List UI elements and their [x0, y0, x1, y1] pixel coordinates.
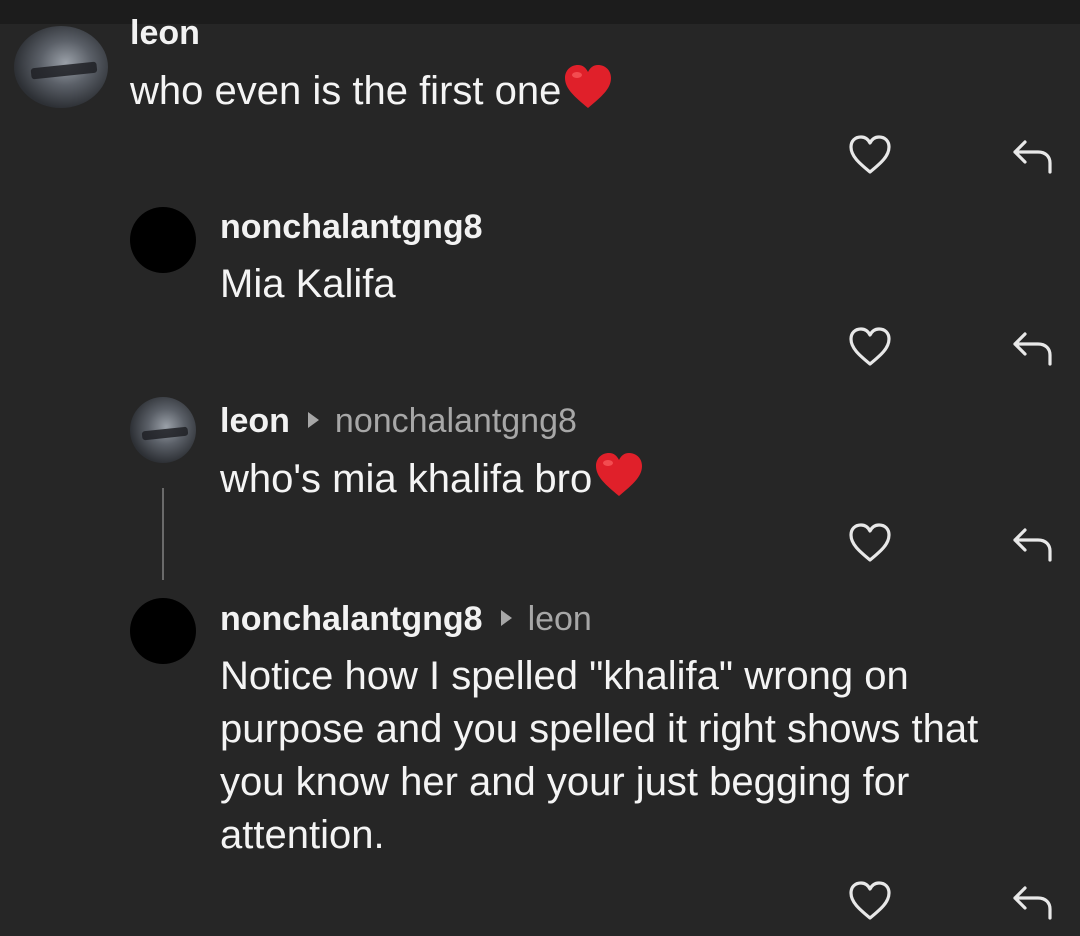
comment-text: Notice how I spelled "khalifa" wrong on … [220, 654, 979, 857]
comment-text: Mia Kalifa [220, 262, 396, 306]
avatar[interactable] [130, 207, 196, 273]
avatar[interactable] [14, 26, 108, 108]
reply-arrow-icon [1013, 528, 1052, 562]
comment-username[interactable]: leon [130, 14, 200, 53]
reply-arrow-icon [1013, 140, 1052, 174]
like-button[interactable] [845, 518, 895, 568]
username-link[interactable]: leon [220, 402, 290, 440]
comment-username: nonchalantgng8 leon [220, 600, 592, 639]
comment-text: who's mia khalifa bro [220, 452, 644, 512]
heart-outline-icon [849, 135, 891, 174]
reply-target[interactable]: nonchalantgng8 [335, 402, 577, 440]
triangle-right-icon [307, 412, 319, 428]
reply-button[interactable] [1008, 130, 1058, 180]
reply-button[interactable] [1008, 876, 1058, 926]
avatar[interactable] [130, 598, 196, 664]
reply-arrow-icon [1013, 332, 1052, 366]
heart-outline-icon [849, 523, 891, 562]
red-heart-emoji [563, 64, 613, 124]
like-button[interactable] [845, 876, 895, 926]
reply-target[interactable]: leon [528, 600, 592, 638]
reply-button[interactable] [1008, 322, 1058, 372]
thread-line [162, 488, 164, 580]
heart-outline-icon [849, 881, 891, 920]
comment-username: leon nonchalantgng8 [220, 402, 577, 441]
comment-text-content: who even is the first one [130, 69, 562, 113]
reply-button[interactable] [1008, 518, 1058, 568]
username-link[interactable]: nonchalantgng8 [220, 600, 483, 638]
heart-outline-icon [849, 327, 891, 366]
triangle-right-icon [500, 610, 512, 626]
comment-text: who even is the first one [130, 64, 613, 124]
comment-username[interactable]: nonchalantgng8 [220, 208, 483, 247]
reply-arrow-icon [1013, 886, 1052, 920]
comment-text-content: who's mia khalifa bro [220, 457, 593, 501]
red-heart-emoji [594, 452, 644, 512]
like-button[interactable] [845, 130, 895, 180]
avatar[interactable] [130, 397, 196, 463]
like-button[interactable] [845, 322, 895, 372]
